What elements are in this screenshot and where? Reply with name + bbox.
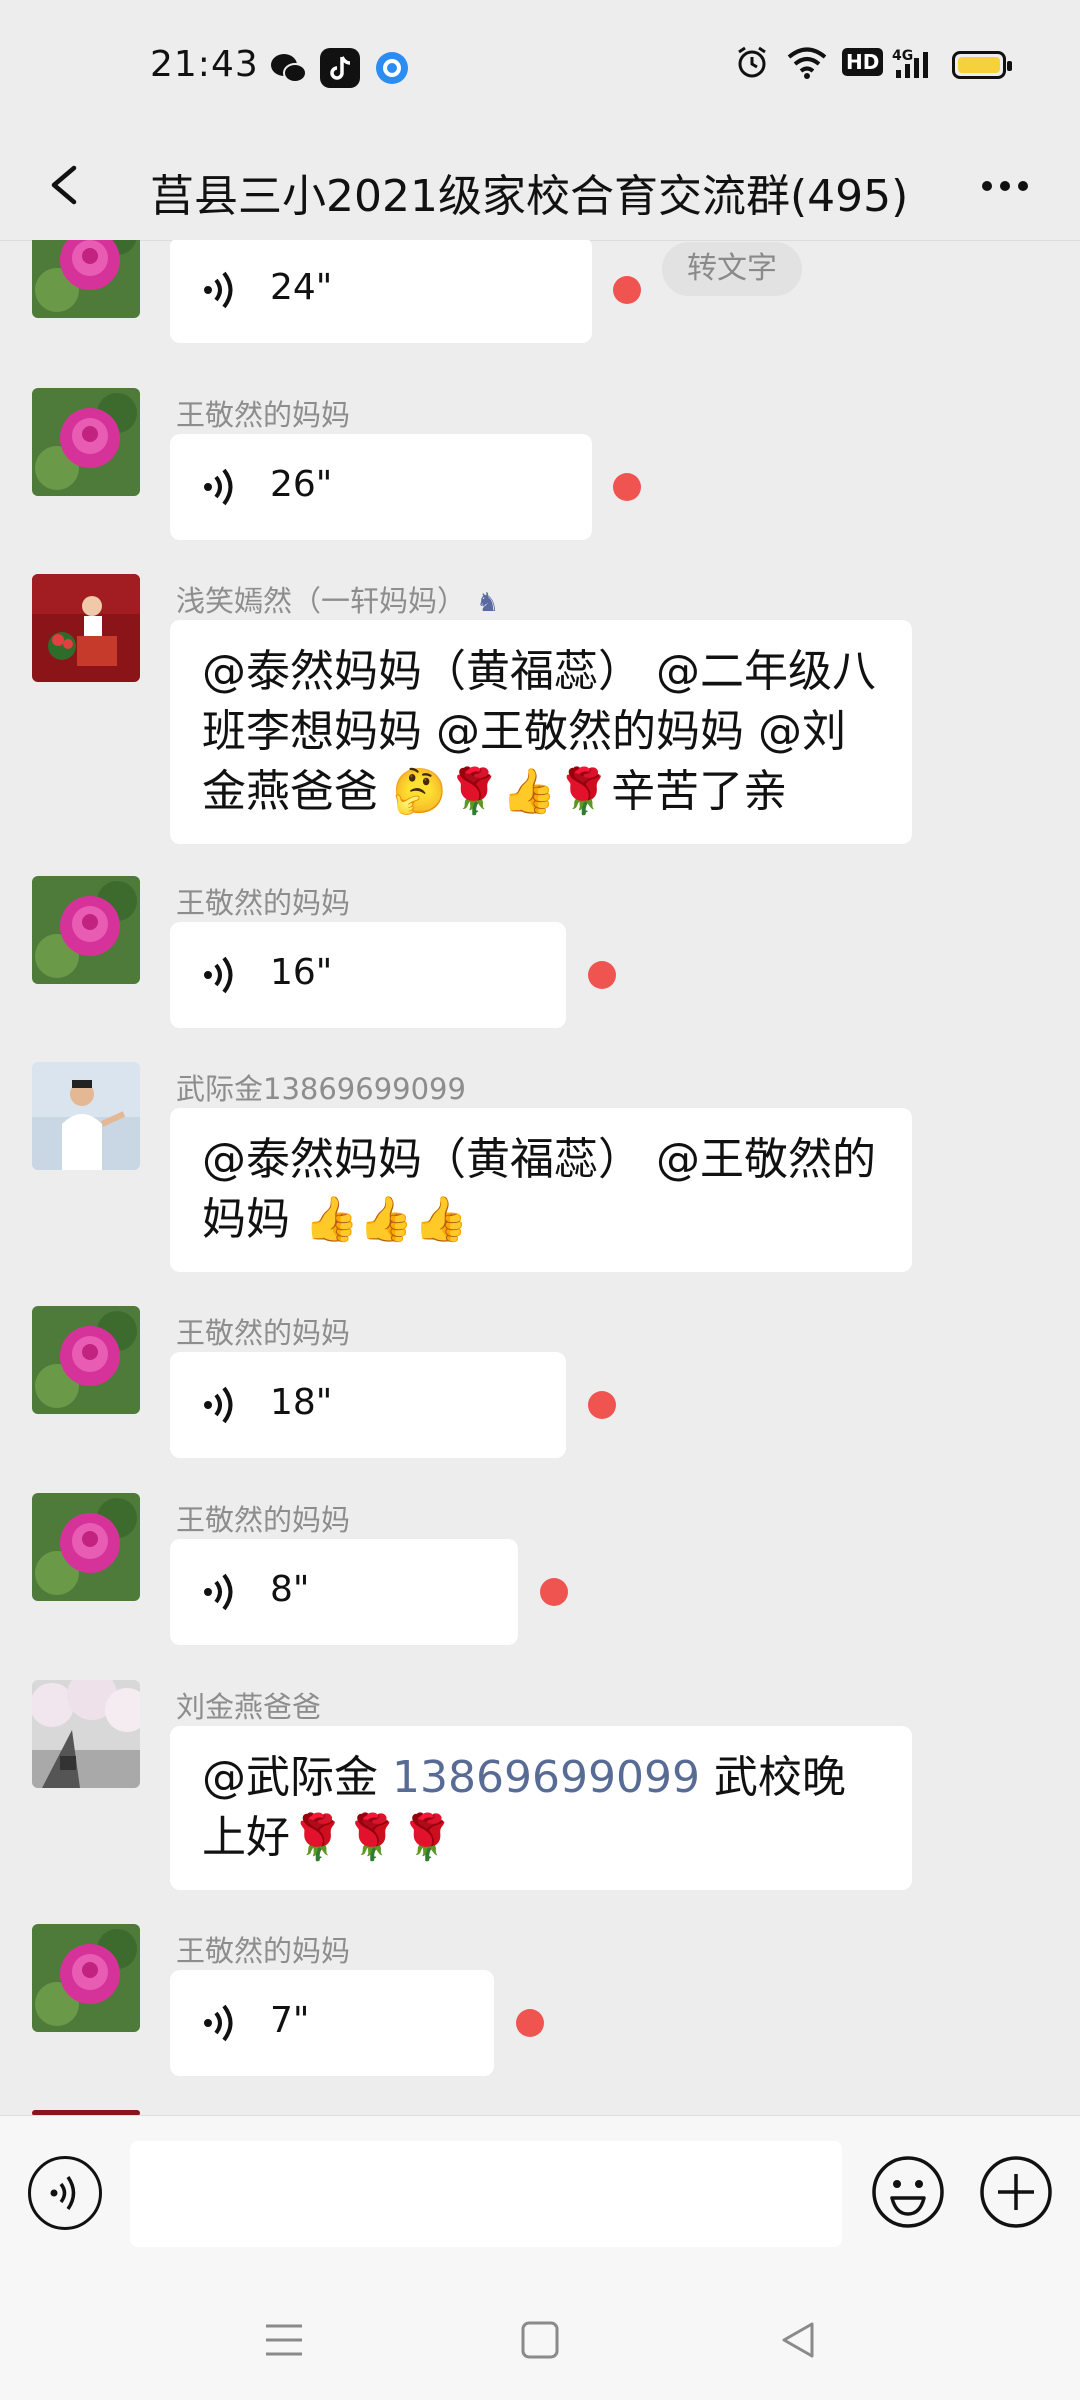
voice-message-bubble[interactable]: 26"	[170, 434, 592, 540]
sender-name: 王敬然的妈妈	[176, 886, 351, 920]
voice-duration: 26"	[270, 464, 333, 505]
avatar[interactable]	[32, 1062, 140, 1170]
sender-name: 王敬然的妈妈	[176, 1503, 351, 1537]
message-item: 王敬然的妈妈 18"	[0, 1306, 1080, 1476]
message-input[interactable]	[130, 2141, 842, 2247]
avatar[interactable]	[32, 388, 140, 496]
voice-wave-icon	[50, 2176, 76, 2210]
chat-title: 莒县三小2021级家校合育交流群(495)	[150, 171, 909, 222]
voice-duration: 18"	[270, 1382, 333, 1423]
voice-duration: 24"	[270, 267, 333, 308]
avatar[interactable]	[32, 574, 140, 682]
status-bar: 21:43 HD 4G	[0, 0, 1080, 130]
battery-icon	[952, 51, 1012, 79]
voice-wave-icon	[204, 1573, 233, 1611]
avatar[interactable]	[32, 1493, 140, 1601]
unread-dot	[613, 473, 641, 501]
unread-dot	[588, 1391, 616, 1419]
voice-input-button[interactable]	[28, 2156, 102, 2230]
message-item: 王敬然的妈妈 8"	[0, 1493, 1080, 1663]
voice-message-bubble[interactable]: 24"	[170, 240, 592, 343]
message-item: 浅笑嫣然（一轩妈妈） ♞ @泰然妈妈（黄福蕊） @二年级八班李想妈妈 @王敬然的妈…	[0, 574, 1080, 854]
sender-name: 王敬然的妈妈	[176, 398, 351, 432]
message-item: 王敬然的妈妈 16"	[0, 876, 1080, 1046]
sender-name: 浅笑嫣然（一轩妈妈） ♞	[176, 584, 500, 618]
sender-name: 武际金13869699099	[176, 1072, 466, 1106]
unread-dot	[516, 2009, 544, 2037]
text-message-bubble[interactable]: @泰然妈妈（黄福蕊） @王敬然的妈妈 👍👍👍	[170, 1108, 912, 1272]
plus-icon	[980, 2156, 1052, 2228]
convert-to-text-button[interactable]: 转文字	[662, 242, 802, 296]
voice-duration: 8"	[270, 1569, 310, 1610]
system-navigation-bar	[0, 2280, 1080, 2400]
avatar[interactable]	[32, 1924, 140, 2032]
wechat-notification-icon	[268, 48, 308, 88]
back-arrow-icon	[51, 165, 77, 205]
smiley-icon	[872, 2156, 944, 2228]
alarm-icon	[734, 44, 770, 88]
voice-wave-icon	[204, 271, 233, 309]
voice-duration: 16"	[270, 952, 333, 993]
message-list[interactable]: 24" 转文字 王敬然的妈妈 26" 浅笑嫣然（一轩妈妈） ♞ @泰然妈妈（黄福蕊…	[0, 240, 1080, 2115]
unread-dot	[613, 276, 641, 304]
voice-duration: 7"	[270, 2000, 310, 2041]
avatar[interactable]	[32, 876, 140, 984]
voice-message-bubble[interactable]: 18"	[170, 1352, 566, 1458]
avatar[interactable]	[32, 1306, 140, 1414]
network-type-label: 4G	[892, 48, 913, 64]
voice-wave-icon	[204, 1386, 233, 1424]
text-message-bubble[interactable]: @武际金 13869699099 武校晚上好🌹🌹🌹	[170, 1726, 912, 1890]
back-triangle-icon	[782, 2322, 814, 2358]
more-actions-button[interactable]	[978, 2154, 1054, 2230]
chat-header: 莒县三小2021级家校合育交流群(495)	[0, 130, 1080, 241]
voice-wave-icon	[204, 468, 233, 506]
sender-role-icon: ♞	[476, 588, 500, 618]
message-input-bar	[0, 2115, 1080, 2281]
text-message-bubble[interactable]: @泰然妈妈（黄福蕊） @二年级八班李想妈妈 @王敬然的妈妈 @刘金燕爸爸 🤔🌹👍…	[170, 620, 912, 844]
signal-icon: 4G	[892, 46, 936, 90]
message-item: 刘金燕爸爸 @武际金 13869699099 武校晚上好🌹🌹🌹	[0, 1680, 1080, 1900]
wifi-icon	[786, 44, 828, 88]
status-time: 21:43	[150, 44, 259, 85]
phone-number-link[interactable]: 13869699099	[392, 1752, 700, 1803]
message-item: 武际金13869699099 @泰然妈妈（黄福蕊） @王敬然的妈妈 👍👍👍	[0, 1062, 1080, 1282]
avatar[interactable]	[32, 240, 140, 318]
voice-wave-icon	[204, 2004, 233, 2042]
message-item: 王敬然的妈妈 7"	[0, 1924, 1080, 2094]
tiktok-notification-icon	[320, 48, 360, 88]
unread-dot	[540, 1578, 568, 1606]
avatar[interactable]	[32, 1680, 140, 1788]
unread-dot	[588, 961, 616, 989]
menu-nav-button[interactable]	[262, 2318, 306, 2362]
app-notification-icon	[372, 48, 412, 88]
home-square-icon	[521, 2321, 559, 2359]
voice-message-bubble[interactable]: 8"	[170, 1539, 518, 1645]
voice-message-bubble[interactable]: 16"	[170, 922, 566, 1028]
emoji-button[interactable]	[870, 2154, 946, 2230]
message-item: 王敬然的妈妈 26"	[0, 388, 1080, 558]
more-dots-icon	[982, 181, 1028, 191]
sender-name: 刘金燕爸爸	[176, 1690, 322, 1724]
back-nav-button[interactable]	[776, 2318, 820, 2362]
menu-icon	[266, 2324, 302, 2356]
back-button[interactable]	[30, 150, 100, 220]
message-item: 24" 转文字	[0, 240, 1080, 380]
hd-badge: HD	[842, 48, 884, 76]
sender-name: 王敬然的妈妈	[176, 1316, 351, 1350]
voice-message-bubble[interactable]: 7"	[170, 1970, 494, 2076]
more-options-button[interactable]	[970, 150, 1040, 220]
home-nav-button[interactable]	[518, 2318, 562, 2362]
voice-wave-icon	[204, 956, 233, 994]
sender-name: 王敬然的妈妈	[176, 1934, 351, 1968]
